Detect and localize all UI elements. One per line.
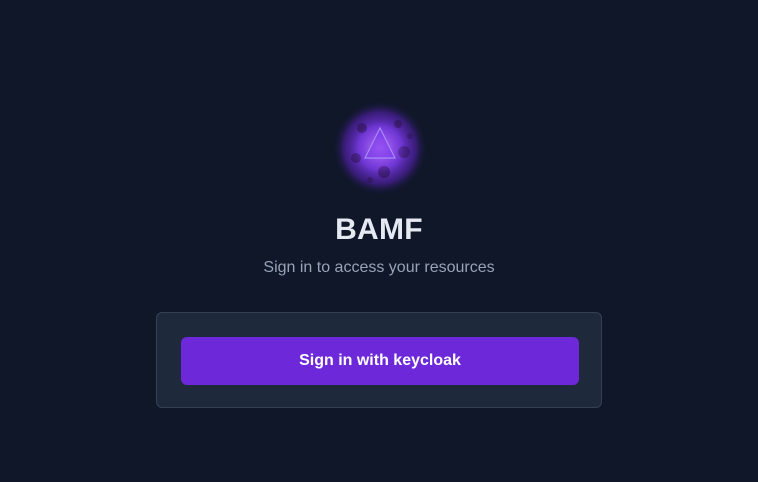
login-page: BAMF Sign in to access your resources Si…: [0, 0, 758, 482]
logo-icon: [332, 100, 428, 196]
sign-in-keycloak-button[interactable]: Sign in with keycloak: [181, 337, 579, 385]
app-title: BAMF: [335, 213, 423, 246]
app-subtitle: Sign in to access your resources: [263, 259, 495, 276]
login-card: Sign in with keycloak: [156, 312, 602, 408]
